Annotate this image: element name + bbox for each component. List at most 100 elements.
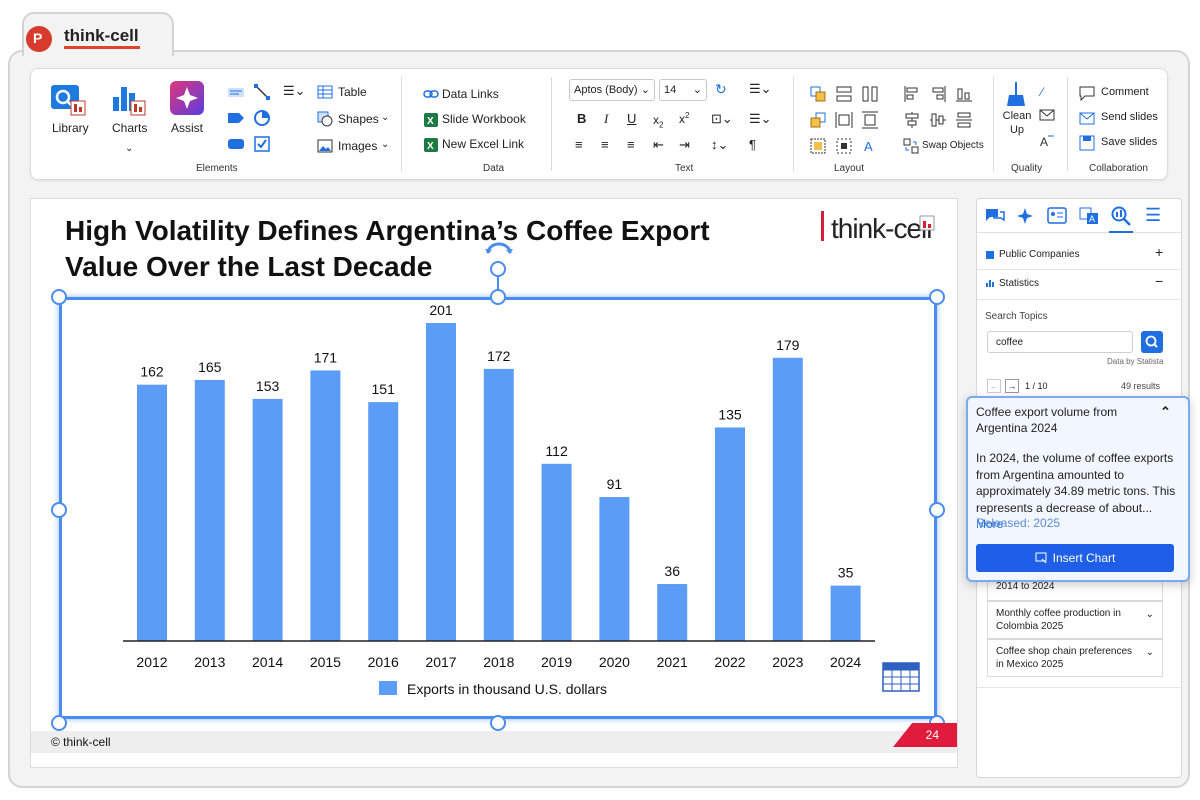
- resize-handle-top-left[interactable]: [51, 289, 67, 305]
- send-backward-icon[interactable]: [809, 111, 827, 129]
- rounded-shape-icon[interactable]: [227, 137, 245, 151]
- align-center-icon[interactable]: ≡: [601, 137, 609, 152]
- svg-text:X: X: [427, 116, 434, 127]
- group-icon[interactable]: [809, 137, 827, 155]
- font-name-select[interactable]: Aptos (Body) ⌄: [569, 79, 655, 101]
- distribute-objects-icon[interactable]: [955, 111, 973, 129]
- sparkle-icon[interactable]: [1015, 206, 1035, 226]
- comment-label: Comment: [1101, 86, 1149, 98]
- align-center-objects-icon[interactable]: [903, 111, 921, 129]
- translate-icon[interactable]: A: [1039, 133, 1055, 149]
- bullet-list-icon[interactable]: ☰⌄: [749, 81, 772, 97]
- search-topics-label: Search Topics: [985, 311, 1048, 322]
- underline-icon[interactable]: U: [627, 111, 636, 126]
- align-left-icon[interactable]: ≡: [575, 137, 583, 152]
- line-spacing-icon[interactable]: ↕⌄: [711, 137, 728, 153]
- shapes-icon: [317, 111, 333, 127]
- resize-handle-top-right[interactable]: [929, 289, 945, 305]
- app-name-underline: [64, 46, 140, 49]
- collapse-minus-icon[interactable]: −: [1155, 273, 1163, 289]
- list-item[interactable]: Coffee shop chain preferences in Mexico …: [987, 639, 1163, 677]
- stretch-vertical-icon[interactable]: [861, 111, 879, 129]
- decrease-indent-icon[interactable]: ⇤: [653, 137, 664, 153]
- expand-plus-icon[interactable]: +: [1155, 244, 1163, 260]
- insert-chart-button[interactable]: Insert Chart: [976, 544, 1174, 572]
- copyright-text: © think-cell: [51, 735, 111, 749]
- text-box-icon[interactable]: [227, 85, 245, 99]
- shapes-dropdown-icon: ⌄: [381, 112, 390, 123]
- elements-group-label: Elements: [196, 163, 238, 174]
- images-dropdown-icon: ⌄: [381, 139, 390, 150]
- result-title: Coffee shop chain preferences in Mexico …: [996, 646, 1133, 670]
- textbox-margin-icon[interactable]: ⊡⌄: [711, 111, 733, 127]
- release-date: Released: 2025: [976, 516, 1061, 530]
- next-page-icon[interactable]: →: [1005, 379, 1019, 393]
- bold-icon[interactable]: B: [577, 111, 586, 126]
- table-label: Table: [338, 85, 367, 99]
- font-size-value: 14: [664, 84, 677, 96]
- building-icon: [986, 251, 994, 259]
- resize-handle-left[interactable]: [51, 502, 67, 518]
- library-icon: [51, 85, 86, 116]
- translate-text-icon[interactable]: A: [1079, 207, 1099, 225]
- align-right-icon[interactable]: ≡: [627, 137, 635, 152]
- list-dropdown-icon[interactable]: ☰⌄: [283, 83, 306, 99]
- checkbox-icon[interactable]: [253, 135, 271, 153]
- align-middle-objects-icon[interactable]: [929, 111, 947, 129]
- swap-objects-label: Swap Objects: [922, 140, 984, 151]
- numbered-list-icon[interactable]: ☰⌄: [749, 111, 772, 127]
- align-bottom-objects-icon[interactable]: [955, 85, 973, 103]
- new-excel-link-label: New Excel Link: [442, 137, 525, 151]
- text-fit-icon[interactable]: A: [861, 137, 879, 155]
- tag-shape-icon[interactable]: [227, 111, 245, 125]
- statistics-search-icon[interactable]: [1111, 206, 1131, 226]
- slide-canvas[interactable]: High Volatility Defines Argentina’s Coff…: [30, 198, 958, 768]
- prev-page-icon[interactable]: ←: [987, 379, 1001, 393]
- statistic-body: In 2024, the volume of coffee exports fr…: [976, 451, 1176, 515]
- slide-title[interactable]: High Volatility Defines Argentina’s Coff…: [65, 213, 765, 285]
- align-left-objects-icon[interactable]: [903, 85, 921, 103]
- statistic-title: Coffee export volume from Argentina 2024: [976, 405, 1118, 435]
- svg-text:A: A: [1089, 214, 1095, 224]
- same-height-icon[interactable]: [861, 85, 879, 103]
- list-item[interactable]: Monthly coffee production in Colombia 20…: [987, 601, 1163, 639]
- stretch-horizontal-icon[interactable]: [835, 111, 853, 129]
- rotate-icon[interactable]: ↻: [715, 81, 727, 98]
- increase-indent-icon[interactable]: ⇥: [679, 137, 690, 153]
- resize-handle-bottom-left[interactable]: [51, 715, 67, 731]
- resize-handle-right[interactable]: [929, 502, 945, 518]
- chat-icon[interactable]: [985, 207, 1005, 225]
- think-cell-logo: think-cell: [831, 213, 932, 244]
- contact-card-icon[interactable]: [1047, 207, 1067, 225]
- italic-icon[interactable]: I: [604, 111, 608, 127]
- pie-icon[interactable]: [253, 109, 271, 127]
- superscript-icon[interactable]: x2: [679, 111, 689, 126]
- chevron-up-icon[interactable]: ⌃: [1160, 404, 1171, 420]
- font-size-select[interactable]: 14 ⌄: [659, 79, 707, 101]
- charts-dropdown-icon[interactable]: ⌄: [125, 143, 133, 154]
- select-icon[interactable]: [835, 137, 853, 155]
- subscript-icon[interactable]: x2: [653, 113, 663, 129]
- charts-icon: [113, 87, 146, 116]
- results-count: 49 results: [1121, 381, 1161, 391]
- spell-check-icon[interactable]: ⁄: [1041, 85, 1043, 99]
- result-title: 2014 to 2024: [996, 581, 1055, 592]
- resize-handle-bottom[interactable]: [490, 715, 506, 731]
- svg-text:A: A: [1040, 135, 1048, 149]
- bring-forward-icon[interactable]: [809, 85, 827, 103]
- search-button[interactable]: [1141, 331, 1163, 353]
- resize-handle-top[interactable]: [490, 289, 506, 305]
- paragraph-icon[interactable]: ¶: [749, 137, 756, 152]
- same-width-icon[interactable]: [835, 85, 853, 103]
- search-input[interactable]: coffee: [987, 331, 1133, 353]
- mail-check-icon[interactable]: [1039, 109, 1055, 123]
- clean-up-label: Clean Up: [1002, 110, 1032, 136]
- menu-icon[interactable]: ☰: [1145, 205, 1161, 226]
- statistics-label: Statistics: [999, 278, 1040, 289]
- public-companies-label: Public Companies: [999, 249, 1080, 260]
- rotate-arrow-icon[interactable]: [484, 241, 514, 257]
- chart-selection-frame[interactable]: [59, 297, 937, 719]
- align-right-objects-icon[interactable]: [929, 85, 947, 103]
- ribbon-separator: [401, 77, 402, 171]
- connector-icon[interactable]: [253, 83, 271, 101]
